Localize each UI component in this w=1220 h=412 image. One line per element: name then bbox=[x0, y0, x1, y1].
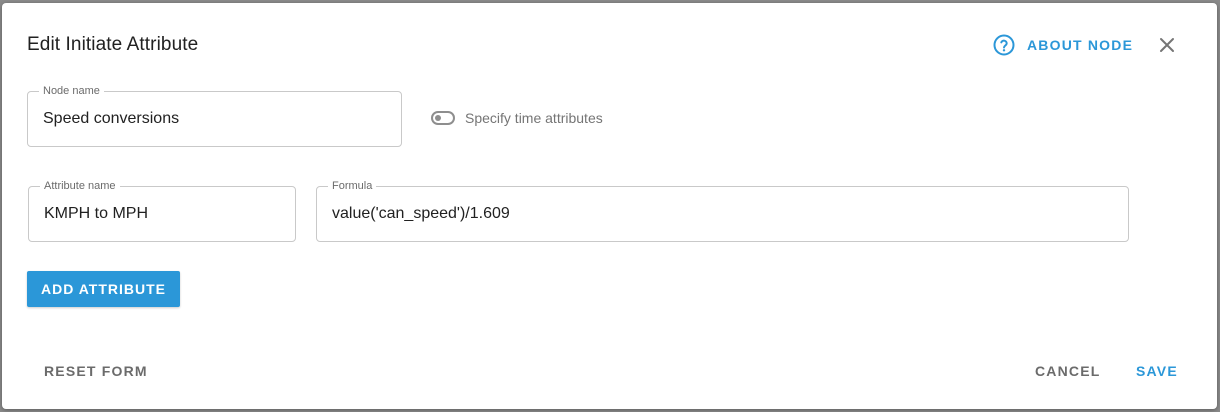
cancel-button[interactable]: CANCEL bbox=[1035, 363, 1101, 379]
node-name-field[interactable]: Node name Speed conversions bbox=[27, 84, 402, 147]
formula-field[interactable]: Formula value('can_speed')/1.609 bbox=[316, 179, 1129, 242]
edit-attribute-dialog: Edit Initiate Attribute ABOUT NODE Node … bbox=[2, 3, 1217, 409]
toggle-knob bbox=[435, 115, 441, 121]
time-attributes-label: Specify time attributes bbox=[465, 110, 603, 126]
save-button[interactable]: SAVE bbox=[1136, 363, 1178, 379]
close-button[interactable] bbox=[1155, 33, 1179, 57]
node-name-input[interactable]: Speed conversions bbox=[43, 92, 179, 146]
close-icon bbox=[1155, 33, 1179, 57]
reset-form-button[interactable]: RESET FORM bbox=[44, 363, 148, 379]
attribute-name-input[interactable]: KMPH to MPH bbox=[44, 187, 148, 241]
help-circle-icon bbox=[992, 33, 1016, 57]
add-attribute-button[interactable]: ADD ATTRIBUTE bbox=[27, 271, 180, 307]
formula-input[interactable]: value('can_speed')/1.609 bbox=[332, 187, 510, 241]
dialog-title: Edit Initiate Attribute bbox=[27, 34, 199, 55]
attribute-name-field[interactable]: Attribute name KMPH to MPH bbox=[28, 179, 296, 242]
about-node-button[interactable]: ABOUT NODE bbox=[992, 33, 1133, 57]
time-attributes-toggle[interactable]: Specify time attributes bbox=[431, 110, 603, 126]
toggle-switch[interactable] bbox=[431, 111, 455, 125]
about-node-label: ABOUT NODE bbox=[1027, 37, 1134, 53]
